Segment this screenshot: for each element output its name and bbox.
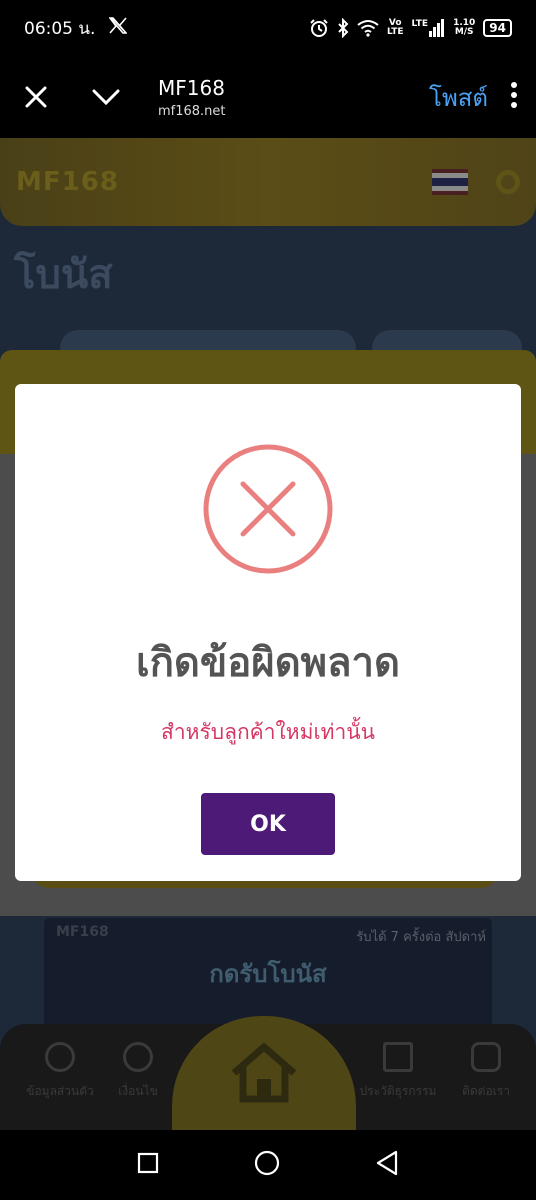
nav-item-terms[interactable]: เงื่อนไข [90, 1042, 186, 1101]
page-heading: โบนัส [14, 252, 113, 298]
x-logo-icon [108, 17, 129, 39]
ok-button[interactable]: OK [201, 793, 335, 855]
site-header: MF168 [0, 138, 536, 226]
help-icon [123, 1042, 153, 1072]
banner-tag: รับได้ 7 ครั้งต่อ สัปดาห์ [356, 930, 486, 945]
collapse-button[interactable] [88, 79, 124, 115]
home-system-button[interactable] [254, 1150, 280, 1180]
banner-logo: MF168 [56, 924, 109, 940]
nav-home-button[interactable] [172, 1016, 356, 1130]
bonus-banner[interactable]: MF168 รับได้ 7 ครั้งต่อ สัปดาห์ กดรับโบน… [44, 918, 492, 1030]
back-button[interactable] [375, 1150, 399, 1180]
square-icon [138, 1152, 159, 1174]
more-vertical-icon [511, 82, 517, 108]
back-triangle-icon [376, 1150, 397, 1176]
nav-item-contact[interactable]: ติดต่อเรา [438, 1042, 534, 1101]
dialog-title: เกิดข้อผิดพลาด [136, 640, 400, 686]
network-speed: 1.10 M/S [453, 18, 476, 37]
status-bar: 06:05 น. Vo LTE LTE 1.10 M/S 94 [0, 0, 536, 56]
line-chat-icon [471, 1042, 501, 1072]
alarm-icon [309, 18, 329, 38]
recent-apps-button[interactable] [137, 1152, 159, 1178]
thai-flag-icon[interactable] [432, 169, 468, 195]
site-logo: MF168 [16, 167, 119, 197]
chevron-down-icon [92, 89, 120, 106]
circle-icon [254, 1150, 280, 1176]
error-dialog: เกิดข้อผิดพลาด สำหรับลูกค้าใหม่เท่านั้น … [15, 384, 521, 881]
close-icon [25, 86, 47, 108]
signal-icon: LTE [412, 19, 446, 37]
browser-title: MF168 [158, 75, 225, 100]
settings-icon[interactable] [496, 170, 520, 194]
browser-titles: MF168 mf168.net [158, 76, 226, 119]
list-icon [383, 1042, 413, 1072]
error-x-icon [203, 444, 333, 574]
banner-text: กดรับโบนัส [209, 960, 327, 988]
close-button[interactable] [18, 79, 54, 115]
home-icon [231, 1043, 297, 1103]
bottom-nav: ข้อมูลส่วนตัว เงื่อนไข ประวัติธุรกรรม ติ… [0, 1016, 536, 1130]
bluetooth-icon [337, 18, 349, 38]
system-nav-bar [0, 1130, 536, 1200]
wifi-icon [357, 19, 379, 37]
battery-indicator: 94 [483, 19, 512, 37]
status-time: 06:05 น. [24, 18, 96, 39]
volte-indicator: Vo LTE [386, 18, 404, 37]
nav-item-history[interactable]: ประวัติธุรกรรม [350, 1042, 446, 1101]
user-icon [45, 1042, 75, 1072]
more-options-button[interactable] [510, 81, 518, 113]
post-button[interactable]: โพสต์ [429, 78, 488, 117]
dialog-message: สำหรับลูกค้าใหม่เท่านั้น [161, 720, 375, 744]
browser-url: mf168.net [158, 103, 226, 119]
browser-header: MF168 mf168.net โพสต์ [0, 56, 536, 138]
